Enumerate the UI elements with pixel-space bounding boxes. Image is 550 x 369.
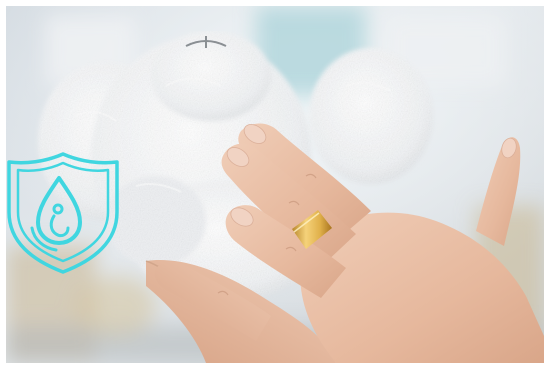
water-drop-shield-icon bbox=[6, 150, 121, 276]
screenshot-frame bbox=[0, 0, 550, 369]
